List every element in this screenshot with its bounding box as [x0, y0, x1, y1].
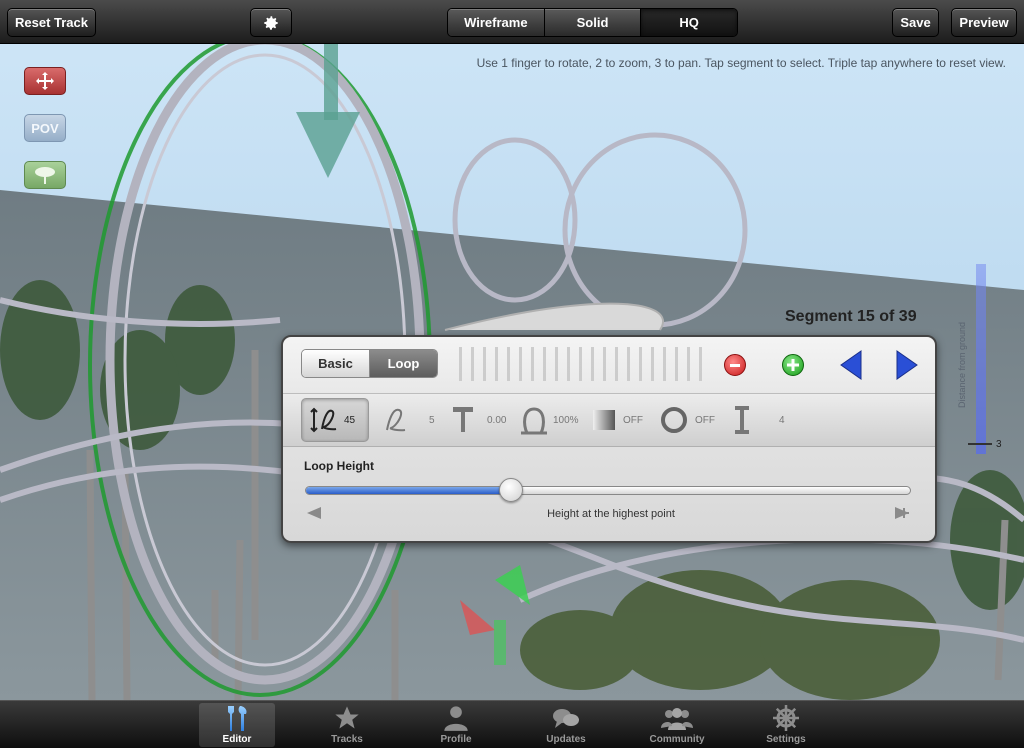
navigation-hint: Use 1 finger to rotate, 2 to zoom, 3 to … — [476, 56, 1006, 70]
param-value: 45 — [344, 414, 356, 426]
segment-scrubber[interactable] — [459, 347, 705, 381]
editor-mode-tabs: Basic Loop — [301, 349, 438, 378]
tab-basic[interactable]: Basic — [302, 350, 370, 377]
preview-button[interactable]: Preview — [951, 8, 1017, 37]
loop-ratio-icon — [521, 407, 547, 435]
tab-label: Settings — [766, 734, 806, 745]
param-value: 5 — [429, 414, 435, 426]
gear-icon — [264, 15, 278, 30]
tab-profile[interactable]: Profile — [418, 703, 494, 747]
slider-fill — [306, 487, 512, 494]
bottom-tab-bar: Editor Tracks Profile Updates Community — [0, 700, 1024, 748]
settings-button[interactable] — [250, 8, 292, 37]
solid-mode-button[interactable]: Solid — [544, 9, 642, 36]
loop-height-icon — [310, 407, 337, 433]
tab-tracks[interactable]: Tracks — [309, 703, 385, 747]
tab-label: Profile — [440, 734, 472, 745]
save-button[interactable]: Save — [892, 8, 939, 37]
tab-loop[interactable]: Loop — [370, 350, 437, 377]
param-ring[interactable]: OFF — [659, 398, 715, 442]
ship-wheel-icon — [773, 705, 799, 731]
tab-community[interactable]: Community — [639, 703, 715, 747]
editor-tools-icon — [228, 706, 247, 731]
speech-bubbles-icon — [553, 709, 579, 728]
tab-updates[interactable]: Updates — [528, 703, 604, 747]
distance-gauge-marker — [968, 443, 992, 445]
tab-editor[interactable]: Editor — [199, 703, 275, 747]
person-icon — [444, 706, 468, 731]
param-supports[interactable]: 4 — [733, 398, 785, 442]
people-icon — [661, 708, 693, 730]
tab-label: Community — [649, 734, 705, 745]
loop-shape-icon — [386, 408, 406, 432]
param-value: OFF — [623, 414, 643, 426]
star-icon — [335, 706, 359, 729]
pin-icon — [453, 407, 473, 432]
tab-label: Tracks — [331, 734, 363, 745]
parameter-row: 45 5 0.00 100% OFF OFF 4 — [283, 393, 935, 447]
ring-icon — [661, 407, 687, 433]
tab-label: Editor — [222, 734, 252, 745]
distance-gauge-bar — [976, 264, 986, 454]
param-value: OFF — [695, 414, 715, 426]
scenery-toggle-button[interactable] — [24, 161, 66, 189]
slider-caption: Height at the highest point — [547, 508, 675, 520]
render-mode-selector: Wireframe Solid HQ — [447, 8, 738, 37]
remove-segment-button[interactable] — [724, 354, 746, 376]
wireframe-mode-button[interactable]: Wireframe — [448, 9, 545, 36]
tab-settings[interactable]: Settings — [748, 703, 824, 747]
param-loop-ratio[interactable]: 100% — [519, 398, 579, 442]
top-toolbar: Reset Track Wireframe Solid HQ Save Prev… — [0, 0, 1024, 44]
slider-thumb[interactable] — [499, 478, 524, 502]
param-loop-shape[interactable]: 5 — [383, 398, 435, 442]
plus-icon — [787, 359, 799, 371]
previous-segment-arrow-icon[interactable] — [839, 349, 863, 381]
hq-mode-button[interactable]: HQ — [641, 9, 737, 36]
param-value: 0.00 — [487, 414, 507, 426]
slider-label: Loop Height — [304, 459, 374, 473]
distance-gauge-label: Distance from ground — [957, 321, 967, 409]
tab-label: Updates — [546, 734, 586, 745]
param-gradient[interactable]: OFF — [593, 398, 643, 442]
minus-icon — [730, 363, 740, 367]
move-tool-button[interactable] — [24, 67, 66, 95]
support-icon — [735, 406, 749, 434]
loop-height-slider[interactable] — [305, 486, 911, 495]
next-segment-arrow-icon[interactable] — [895, 349, 919, 381]
segment-counter: Segment 15 of 39 — [785, 308, 917, 325]
reset-track-button[interactable]: Reset Track — [7, 8, 96, 37]
segment-editor-panel: Basic Loop 45 5 0.00 100% OFF OFF 4 Loop… — [281, 335, 937, 543]
param-value: 4 — [779, 414, 785, 426]
add-segment-button[interactable] — [782, 354, 804, 376]
param-pin[interactable]: 0.00 — [451, 398, 506, 442]
tree-icon — [35, 167, 55, 184]
param-loop-height[interactable]: 45 — [301, 398, 369, 442]
distance-gauge-value: 3 — [996, 439, 1002, 450]
param-value: 100% — [553, 414, 579, 426]
gradient-icon — [593, 410, 615, 430]
pov-button[interactable]: POV — [24, 114, 66, 142]
move-arrows-icon — [36, 72, 54, 90]
